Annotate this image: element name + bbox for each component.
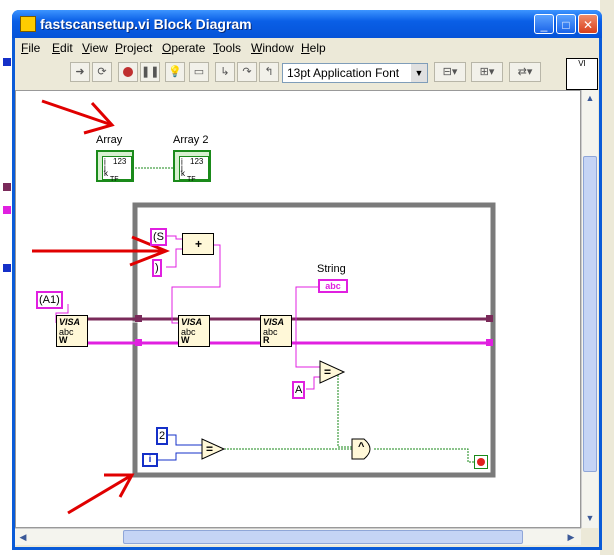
array-value: 123 xyxy=(113,157,127,166)
menu-window[interactable]: Window xyxy=(251,41,294,55)
run-arrow-icon[interactable]: ➜ xyxy=(70,62,90,82)
step-over-icon[interactable]: ↷ xyxy=(237,62,257,82)
visa-write-2-title: VISA xyxy=(181,317,203,327)
distribute-icon[interactable]: ⊞▾ xyxy=(471,62,503,82)
string-wire-const-a xyxy=(306,376,320,390)
reorder-icon[interactable]: ⇄▾ xyxy=(509,62,541,82)
horizontal-scrollbar[interactable]: ◀ ▶ xyxy=(15,528,581,545)
minimize-button[interactable]: _ xyxy=(534,14,554,34)
menu-operate[interactable]: Operate xyxy=(162,41,205,55)
visa-read-node[interactable]: VISA abc R xyxy=(260,315,292,347)
loop-tunnel xyxy=(135,339,142,346)
block-diagram-window: fastscansetup.vi Block Diagram _ □ ✕ Fil… xyxy=(12,10,602,550)
highlight-execution-icon[interactable]: 💡 xyxy=(165,62,185,82)
menu-project[interactable]: Project xyxy=(115,41,152,55)
array-label: Array xyxy=(96,134,123,146)
numeric-wire-i xyxy=(156,452,202,461)
menu-file[interactable]: File xyxy=(21,41,40,55)
background-wire-marker xyxy=(3,264,11,272)
vi-icon-text: VI xyxy=(578,59,586,68)
visa-read-title: VISA xyxy=(263,317,285,327)
string-indicator[interactable]: abc xyxy=(318,279,348,293)
array-index-k: k xyxy=(104,169,108,178)
concatenate-symbol: + xyxy=(195,237,203,251)
toolbar: ➜ ⟳ ❚❚ 💡 ▭ ↳ ↷ ↰ 13pt Application Font ▼… xyxy=(15,58,599,90)
pause-icon[interactable]: ❚❚ xyxy=(140,62,160,82)
string-wire-read-out xyxy=(295,286,318,331)
loop-tunnel xyxy=(486,339,493,346)
visa-write-2-mode: W xyxy=(181,335,190,345)
block-diagram-canvas[interactable]: Array i j k 123 TF Array 2 i j k 123 TF xyxy=(15,90,581,528)
array2-index-k: k xyxy=(181,169,185,178)
string-constant-a1[interactable]: (A1) xyxy=(36,291,63,309)
numeric-constant-2[interactable]: 2 xyxy=(156,427,169,445)
equal-symbol-2: = xyxy=(206,442,214,456)
string-wire-s xyxy=(166,235,182,240)
step-into-icon[interactable]: ↳ xyxy=(215,62,235,82)
run-continuous-icon[interactable]: ⟳ xyxy=(92,62,112,82)
background-wire-marker xyxy=(3,58,11,66)
and-symbol: ^ xyxy=(358,441,365,453)
background-left xyxy=(0,0,12,555)
visa-write-node-2[interactable]: VISA abc W xyxy=(178,315,210,347)
close-button[interactable]: ✕ xyxy=(578,14,598,34)
abort-icon[interactable] xyxy=(118,62,138,82)
loop-iteration-terminal[interactable]: i xyxy=(142,453,158,467)
scroll-right-icon[interactable]: ▶ xyxy=(563,529,579,545)
visa-write-1-mode: W xyxy=(59,335,68,345)
string-wire-to-equal xyxy=(295,331,320,368)
string-indicator-label: String xyxy=(317,263,346,275)
font-select-value: 13pt Application Font xyxy=(287,66,400,80)
font-select[interactable]: 13pt Application Font ▼ xyxy=(282,63,428,83)
step-out-icon[interactable]: ↰ xyxy=(259,62,279,82)
array2-type-tag: TF xyxy=(187,176,196,183)
background-wire-marker xyxy=(3,206,11,214)
string-constant-a[interactable]: A xyxy=(292,381,306,399)
menu-view[interactable]: View xyxy=(82,41,108,55)
labview-app-icon[interactable] xyxy=(20,16,36,32)
loop-tunnel xyxy=(486,315,493,322)
horizontal-scroll-thumb[interactable] xyxy=(123,530,523,544)
retain-wire-values-icon[interactable]: ▭ xyxy=(189,62,209,82)
background-wire-marker xyxy=(3,183,11,191)
string-wire-concat-out xyxy=(171,244,221,324)
scroll-left-icon[interactable]: ◀ xyxy=(15,529,31,545)
array2-value: 123 xyxy=(190,157,204,166)
background-right xyxy=(600,0,614,555)
string-constant-s[interactable]: (S xyxy=(150,228,167,246)
menu-help[interactable]: Help xyxy=(301,41,326,55)
array-type-tag: TF xyxy=(110,176,119,183)
visa-write-node-1[interactable]: VISA abc W xyxy=(56,315,88,347)
string-constant-paren[interactable]: ) xyxy=(152,259,162,277)
visa-read-mode: R xyxy=(263,335,270,345)
maximize-button[interactable]: □ xyxy=(556,14,576,34)
concatenate-strings-node[interactable]: + xyxy=(182,233,214,255)
scroll-up-icon[interactable]: ▲ xyxy=(582,90,598,106)
boolean-wire-stop xyxy=(374,448,474,463)
vi-connector-icon[interactable]: VI xyxy=(566,58,598,90)
title-bar[interactable]: fastscansetup.vi Block Diagram _ □ ✕ xyxy=(12,10,602,38)
menu-tools[interactable]: Tools xyxy=(213,41,241,55)
menu-edit[interactable]: Edit xyxy=(52,41,73,55)
vertical-scroll-thumb[interactable] xyxy=(583,156,597,472)
boolean-wire-equal2 xyxy=(224,448,353,451)
loop-tunnel xyxy=(135,315,142,322)
chevron-down-icon[interactable]: ▼ xyxy=(411,64,427,82)
vertical-scrollbar[interactable]: ▲ ▼ xyxy=(581,90,598,528)
equal-symbol-1: = xyxy=(324,365,332,379)
loop-stop-terminal[interactable] xyxy=(474,455,488,469)
array-control[interactable]: i j k 123 TF xyxy=(96,150,134,183)
menu-bar: File Edit View Project Operate Tools Win… xyxy=(15,38,599,58)
boolean-wire-equal1 xyxy=(337,372,352,448)
scroll-down-icon[interactable]: ▼ xyxy=(582,510,598,526)
array2-indicator[interactable]: i j k 123 TF xyxy=(173,150,211,183)
window-title: fastscansetup.vi Block Diagram xyxy=(40,16,252,32)
window-client: File Edit View Project Operate Tools Win… xyxy=(15,38,599,547)
visa-write-1-title: VISA xyxy=(59,317,81,327)
numeric-wire-2 xyxy=(168,434,202,446)
align-icon[interactable]: ⊟▾ xyxy=(434,62,466,82)
array2-label: Array 2 xyxy=(173,134,209,146)
string-wire-paren xyxy=(166,248,182,268)
